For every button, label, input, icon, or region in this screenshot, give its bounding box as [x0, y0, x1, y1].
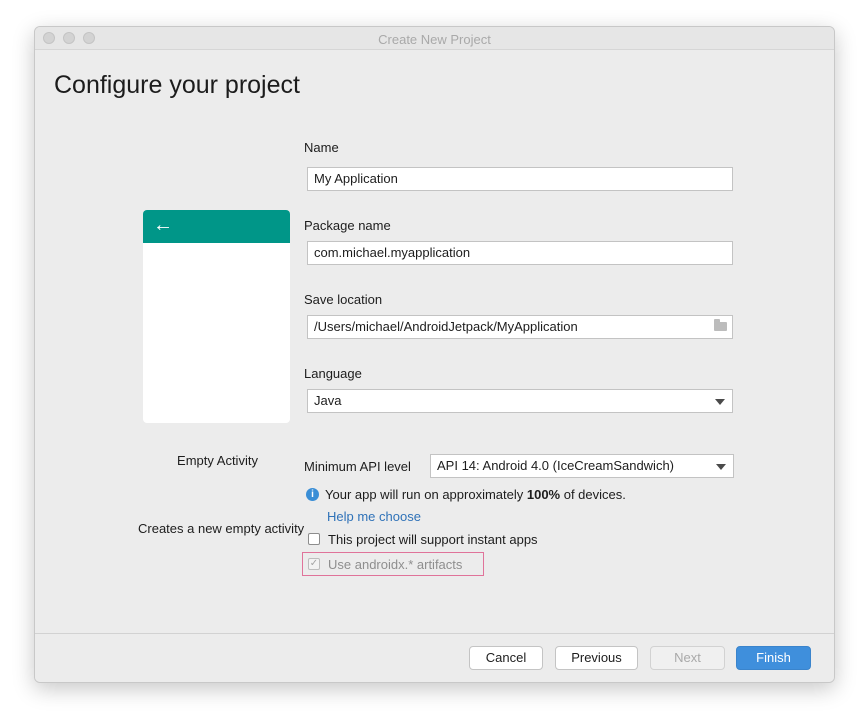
language-value: Java: [314, 393, 342, 408]
activity-name: Empty Activity: [177, 453, 258, 468]
next-button: Next: [650, 646, 725, 670]
chevron-down-icon: [716, 464, 726, 470]
name-input[interactable]: My Application: [307, 167, 733, 191]
device-coverage-text: Your app will run on approximately 100% …: [325, 487, 626, 502]
info-icon: i: [306, 488, 319, 501]
activity-description: Creates a new empty activity: [138, 521, 305, 536]
coverage-percent: 100%: [526, 487, 561, 502]
androidx-label: Use androidx.* artifacts: [328, 557, 463, 572]
save-location-value: /Users/michael/AndroidJetpack/MyApplicat…: [314, 319, 578, 334]
cancel-button[interactable]: Cancel: [469, 646, 543, 670]
page-title: Configure your project: [54, 71, 300, 99]
coverage-prefix: Your app will run on approximately: [325, 487, 527, 502]
dialog-footer: Cancel Previous Next Finish: [35, 633, 834, 682]
window-title: Create New Project: [378, 32, 491, 47]
chevron-down-icon: [715, 399, 725, 405]
language-select[interactable]: Java: [307, 389, 733, 413]
arrow-left-icon: ←: [153, 214, 173, 236]
androidx-checkbox: ✓: [308, 558, 320, 570]
instant-apps-label[interactable]: This project will support instant apps: [328, 532, 538, 547]
previous-button[interactable]: Previous: [555, 646, 638, 670]
folder-icon[interactable]: [714, 319, 727, 331]
minimum-api-select[interactable]: API 14: Android 4.0 (IceCreamSandwich): [430, 454, 734, 478]
help-me-choose-link[interactable]: Help me choose: [327, 509, 421, 524]
instant-apps-checkbox[interactable]: [308, 533, 320, 545]
coverage-suffix: of devices.: [560, 487, 626, 502]
package-name-label: Package name: [304, 218, 391, 233]
minimum-api-label: Minimum API level: [304, 459, 411, 474]
preview-app-bar: ←: [143, 210, 290, 243]
title-bar: Create New Project: [35, 27, 834, 50]
finish-button[interactable]: Finish: [736, 646, 811, 670]
create-project-window: Create New Project Configure your projec…: [34, 26, 835, 683]
save-location-label: Save location: [304, 292, 383, 307]
language-label: Language: [304, 366, 362, 381]
save-location-input[interactable]: /Users/michael/AndroidJetpack/MyApplicat…: [307, 315, 733, 339]
package-name-input[interactable]: com.michael.myapplication: [307, 241, 733, 265]
minimum-api-value: API 14: Android 4.0 (IceCreamSandwich): [437, 458, 675, 473]
activity-preview: ←: [143, 210, 290, 423]
name-label: Name: [304, 140, 339, 155]
